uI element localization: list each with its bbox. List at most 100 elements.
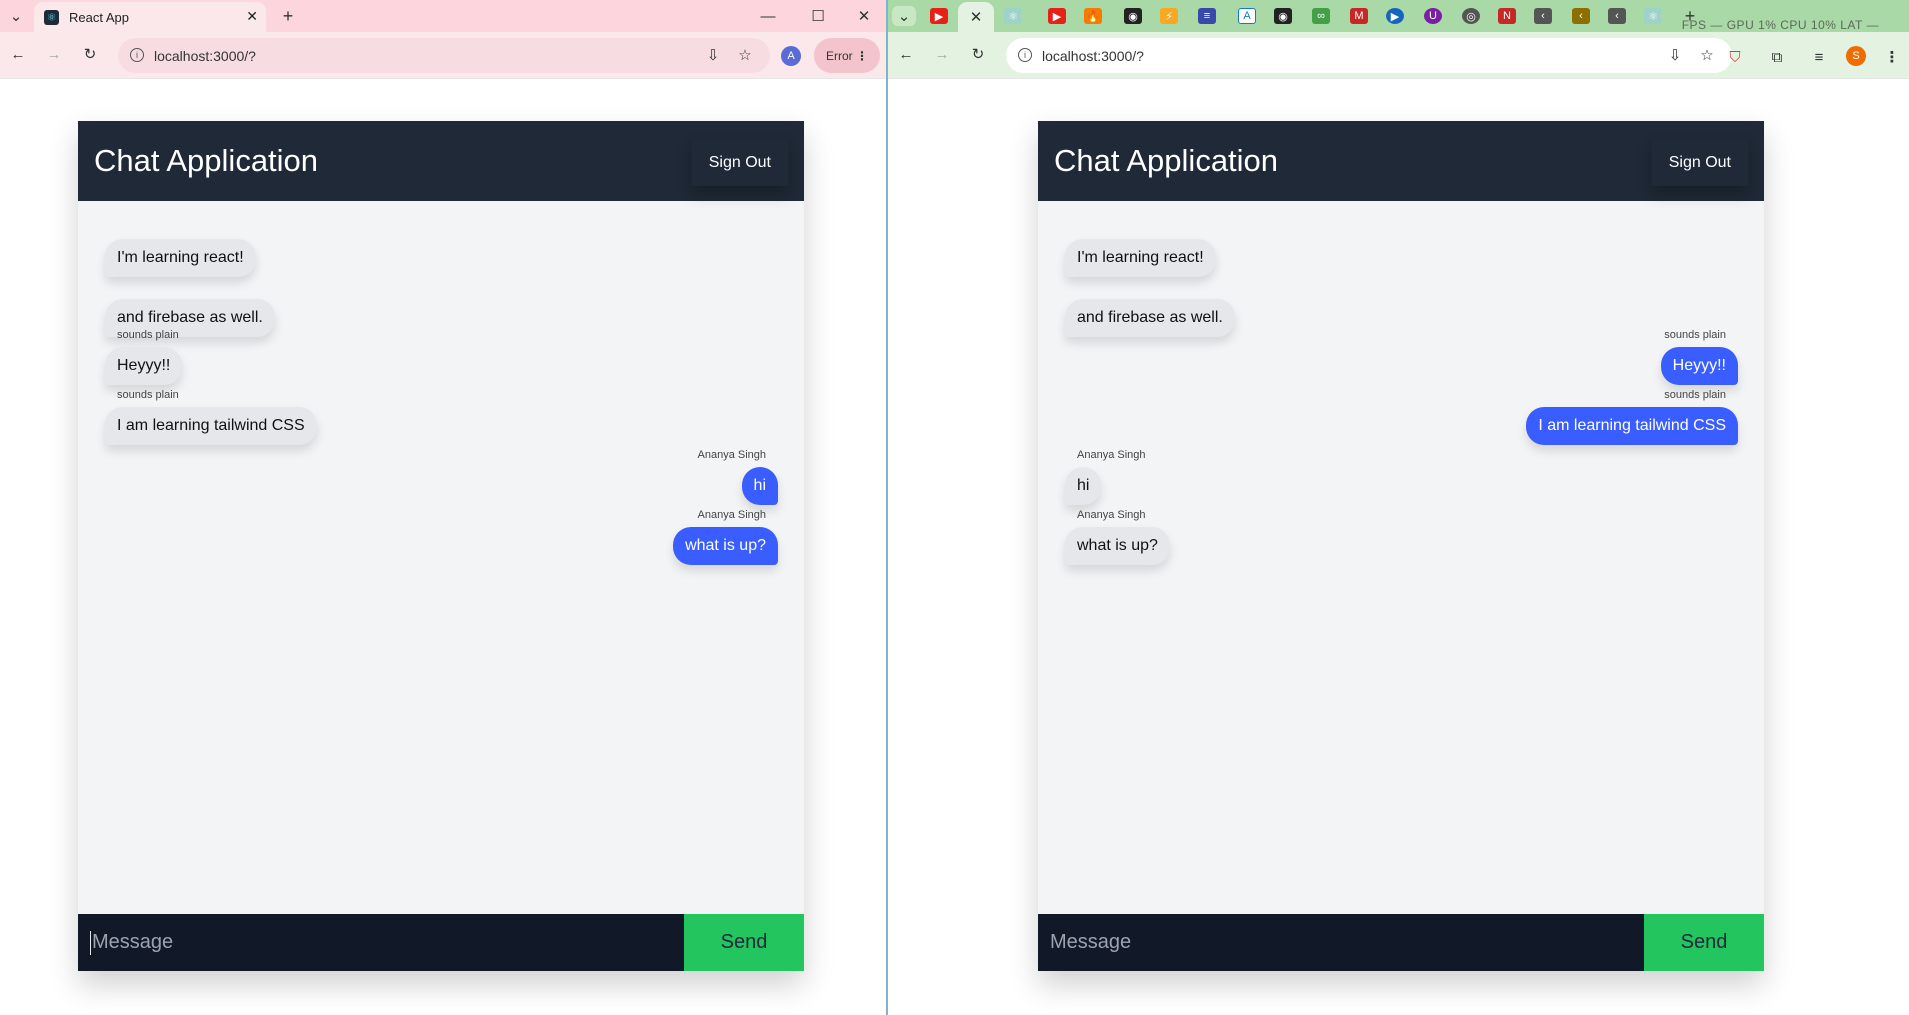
minimize-icon[interactable]: — xyxy=(756,4,780,28)
message-item: sounds plain I am learning tailwind CSS xyxy=(1526,389,1738,445)
react-favicon-icon: ⚛ xyxy=(44,9,59,25)
menu-kebab-icon[interactable]: ⋮ xyxy=(1882,46,1902,68)
message-bubble: I'm learning react! xyxy=(105,239,256,277)
message-sender-name: sounds plain xyxy=(117,329,179,341)
tab-strip: ⌄ ⚛ React App ✕ + — ☐ ✕ xyxy=(0,0,886,32)
message-item: Ananya Singh what is up? xyxy=(673,509,778,565)
tab-strip: ⌄ ▶ ✕ ⚛ ▶ 🔥 ◉ ⚡ ≡ A ◉ ∞ M ▶ U ◎ N ‹ ‹ ‹ … xyxy=(888,0,1909,32)
new-tab-icon[interactable]: + xyxy=(276,4,300,28)
close-window-icon[interactable]: ✕ xyxy=(852,4,876,28)
message-input[interactable]: Message xyxy=(78,914,684,971)
tab-icon[interactable]: ‹ xyxy=(1572,8,1590,24)
message-item: I'm learning react! xyxy=(105,221,256,277)
error-button[interactable]: Error ⋮ xyxy=(814,38,880,73)
tab-icon[interactable]: ∞ xyxy=(1312,8,1330,24)
bookmark-star-icon[interactable]: ☆ xyxy=(734,44,756,66)
message-bubble: I am learning tailwind CSS xyxy=(105,407,317,445)
tab-icon[interactable]: ‹ xyxy=(1608,8,1626,24)
message-sender-name: sounds plain xyxy=(117,389,179,401)
stack-tab-icon[interactable]: ≡ xyxy=(1198,8,1216,24)
install-app-icon[interactable]: ⇩ xyxy=(1664,44,1686,66)
sign-out-button[interactable]: Sign Out xyxy=(1651,139,1748,186)
firebase-tab-icon[interactable]: 🔥 xyxy=(1084,8,1102,24)
message-sender-name: Ananya Singh xyxy=(1077,449,1146,461)
message-sender-name: Ananya Singh xyxy=(1077,509,1146,521)
message-bubble: what is up? xyxy=(673,527,778,565)
message-placeholder: Message xyxy=(1050,931,1132,953)
message-bubble: and firebase as well. xyxy=(1065,299,1235,337)
close-tab-icon[interactable]: ✕ xyxy=(958,2,994,32)
forward-icon[interactable]: → xyxy=(42,42,66,66)
profile-avatar[interactable]: S xyxy=(1846,46,1866,66)
site-info-icon[interactable]: i xyxy=(130,48,144,62)
message-bubble: Heyyy!! xyxy=(1660,347,1738,385)
message-sender-name: sounds plain xyxy=(1664,329,1726,341)
menu-kebab-icon[interactable]: ⋮ xyxy=(856,49,868,63)
github-tab-icon[interactable]: ◉ xyxy=(1274,8,1292,24)
reload-icon[interactable]: ↻ xyxy=(78,42,102,66)
tab-icon[interactable]: ‹ xyxy=(1534,8,1552,24)
tab-react-app[interactable]: ⚛ React App ✕ xyxy=(34,2,266,32)
tab-search-chevron-icon[interactable]: ⌄ xyxy=(4,6,28,26)
tab-icon[interactable]: ⚡ xyxy=(1160,8,1178,24)
address-bar[interactable]: i localhost:3000/? ⇩ ☆ xyxy=(1006,38,1732,73)
install-app-icon[interactable]: ⇩ xyxy=(702,44,724,66)
tab-title: React App xyxy=(69,9,129,25)
message-item: Ananya Singh hi xyxy=(1065,449,1146,505)
chat-app: Chat Application Sign Out I'm learning r… xyxy=(78,121,804,971)
message-sender-name xyxy=(105,221,256,235)
message-list: I'm learning react! and firebase as well.… xyxy=(1038,201,1764,891)
message-item: and firebase as well. xyxy=(1065,281,1235,337)
app-header: Chat Application Sign Out xyxy=(78,121,804,201)
back-icon[interactable]: ← xyxy=(6,42,30,66)
profile-avatar[interactable]: A xyxy=(781,46,801,66)
tab-search-chevron-icon[interactable]: ⌄ xyxy=(892,6,916,26)
sign-out-button[interactable]: Sign Out xyxy=(691,139,788,186)
media-controls-icon[interactable]: ≡ xyxy=(1808,46,1830,68)
message-bubble: I'm learning react! xyxy=(1065,239,1216,277)
back-icon[interactable]: ← xyxy=(894,42,918,66)
youtube-tab-icon[interactable]: ▶ xyxy=(1048,8,1066,24)
message-bubble: I am learning tailwind CSS xyxy=(1526,407,1738,445)
github-tab-icon[interactable]: ◉ xyxy=(1124,8,1142,24)
send-button[interactable]: Send xyxy=(1644,914,1764,971)
message-item: sounds plain Heyyy!! xyxy=(1660,329,1738,385)
extensions-puzzle-icon[interactable]: ⧉ xyxy=(1766,46,1788,68)
forward-icon[interactable]: → xyxy=(930,42,954,66)
message-item: Ananya Singh what is up? xyxy=(1065,509,1170,565)
message-placeholder: Message xyxy=(92,931,174,953)
message-bubble: what is up? xyxy=(1065,527,1170,565)
extension-shield-icon[interactable]: ⛉ xyxy=(1724,46,1746,68)
send-button[interactable]: Send xyxy=(684,914,804,971)
maximize-icon[interactable]: ☐ xyxy=(806,4,830,28)
app-header: Chat Application Sign Out xyxy=(1038,121,1764,201)
tab-icon[interactable]: U xyxy=(1424,8,1442,24)
netflix-tab-icon[interactable]: N xyxy=(1498,8,1516,24)
address-bar[interactable]: i localhost:3000/? ⇩ ☆ xyxy=(118,38,770,73)
app-title: Chat Application xyxy=(94,143,319,178)
performance-stats: FPS — GPU 1% CPU 10% LAT — xyxy=(1681,18,1879,32)
tab-icon[interactable]: ◎ xyxy=(1462,8,1480,24)
message-bubble: hi xyxy=(741,467,778,505)
azure-tab-icon[interactable]: A xyxy=(1238,8,1256,24)
message-composer: Message Send xyxy=(78,914,804,971)
message-input[interactable]: Message xyxy=(1038,914,1644,971)
message-item: sounds plain I am learning tailwind CSS xyxy=(105,389,317,445)
url-text: localhost:3000/? xyxy=(154,47,256,64)
reload-icon[interactable]: ↻ xyxy=(966,42,990,66)
react-tab-icon[interactable]: ⚛ xyxy=(1644,8,1662,24)
bookmark-star-icon[interactable]: ☆ xyxy=(1696,44,1718,66)
site-info-icon[interactable]: i xyxy=(1018,48,1032,62)
browser-window-right: ⌄ ▶ ✕ ⚛ ▶ 🔥 ◉ ⚡ ≡ A ◉ ∞ M ▶ U ◎ N ‹ ‹ ‹ … xyxy=(888,0,1909,1015)
error-label: Error xyxy=(826,48,853,63)
message-sender-name xyxy=(1065,221,1216,235)
close-tab-icon[interactable]: ✕ xyxy=(246,8,258,25)
react-tab-icon[interactable]: ⚛ xyxy=(1004,8,1022,24)
message-bubble: Heyyy!! xyxy=(105,347,183,385)
gmail-tab-icon[interactable]: M xyxy=(1350,8,1368,24)
message-sender-name xyxy=(1065,281,1235,295)
message-item: Ananya Singh hi xyxy=(698,449,778,505)
message-sender-name: sounds plain xyxy=(1664,389,1726,401)
tab-icon[interactable]: ▶ xyxy=(1386,8,1404,24)
youtube-tab-icon[interactable]: ▶ xyxy=(930,8,948,24)
